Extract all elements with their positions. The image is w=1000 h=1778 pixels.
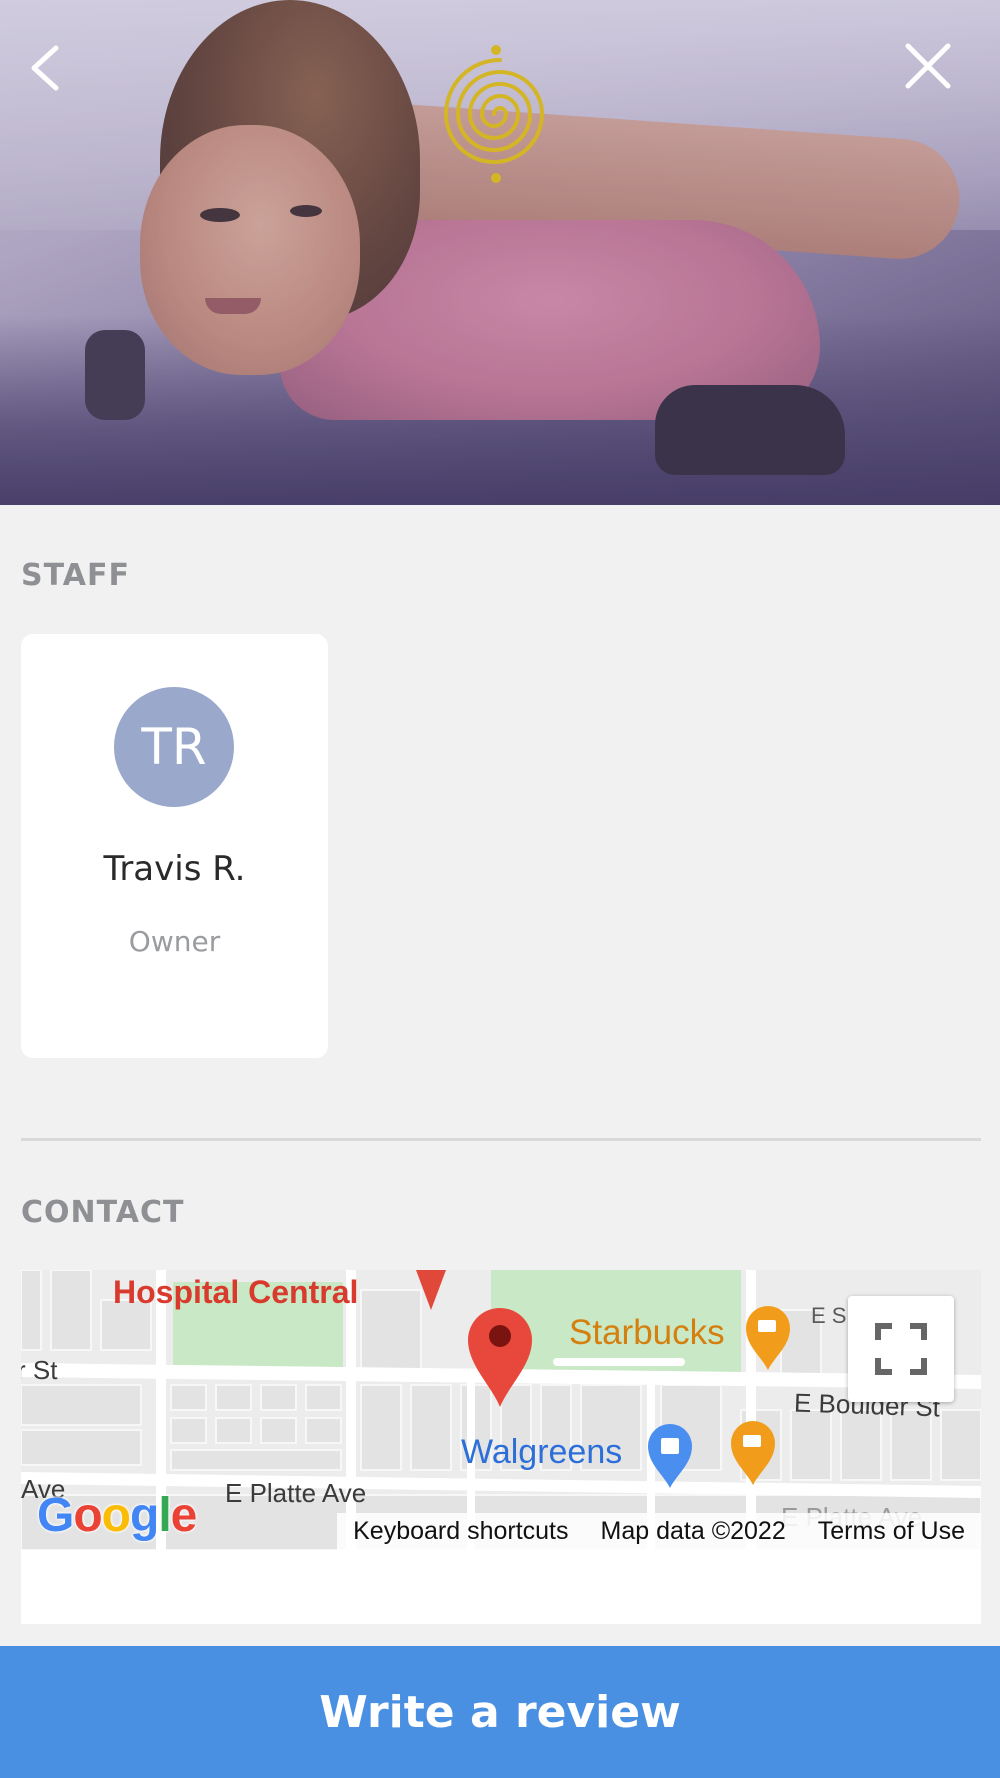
map-label-hospital[interactable]: Hospital Central <box>113 1274 358 1311</box>
staff-role: Owner <box>128 925 221 958</box>
close-icon <box>905 43 951 89</box>
map-street-label: r St <box>21 1355 58 1385</box>
map[interactable]: Hospital Central Starbucks Walgreens r S… <box>21 1270 981 1550</box>
spiral-logo-icon <box>443 45 545 183</box>
staff-name: Travis R. <box>103 849 246 889</box>
staff-card[interactable]: TR Travis R. Owner <box>21 634 328 1058</box>
avatar: TR <box>114 687 234 807</box>
map-street-label: E Platte Ave <box>225 1478 367 1508</box>
contact-card: Hospital Central Starbucks Walgreens r S… <box>21 1270 981 1624</box>
map-street-label: E S <box>811 1303 847 1328</box>
map-fullscreen-button[interactable] <box>848 1296 954 1402</box>
contact-section-title: CONTACT <box>21 1195 185 1230</box>
terms-of-use-link[interactable]: Terms of Use <box>802 1517 981 1546</box>
map-data-attribution: Map data ©2022 <box>600 1517 786 1545</box>
write-review-button[interactable]: Write a review <box>0 1646 1000 1778</box>
chevron-left-icon <box>31 45 59 91</box>
close-button[interactable] <box>900 38 956 94</box>
map-footer: Keyboard shortcuts Map data ©2022 Terms … <box>337 1513 981 1550</box>
staff-section-title: STAFF <box>21 558 130 593</box>
section-divider <box>21 1138 981 1141</box>
map-label-starbucks[interactable]: Starbucks <box>569 1313 725 1353</box>
google-logo[interactable]: Google <box>37 1488 197 1543</box>
back-button[interactable] <box>22 38 72 98</box>
fullscreen-icon <box>875 1323 927 1375</box>
keyboard-shortcuts-link[interactable]: Keyboard shortcuts <box>337 1517 584 1546</box>
map-label-walgreens[interactable]: Walgreens <box>461 1433 622 1472</box>
hero-banner <box>0 0 1000 505</box>
